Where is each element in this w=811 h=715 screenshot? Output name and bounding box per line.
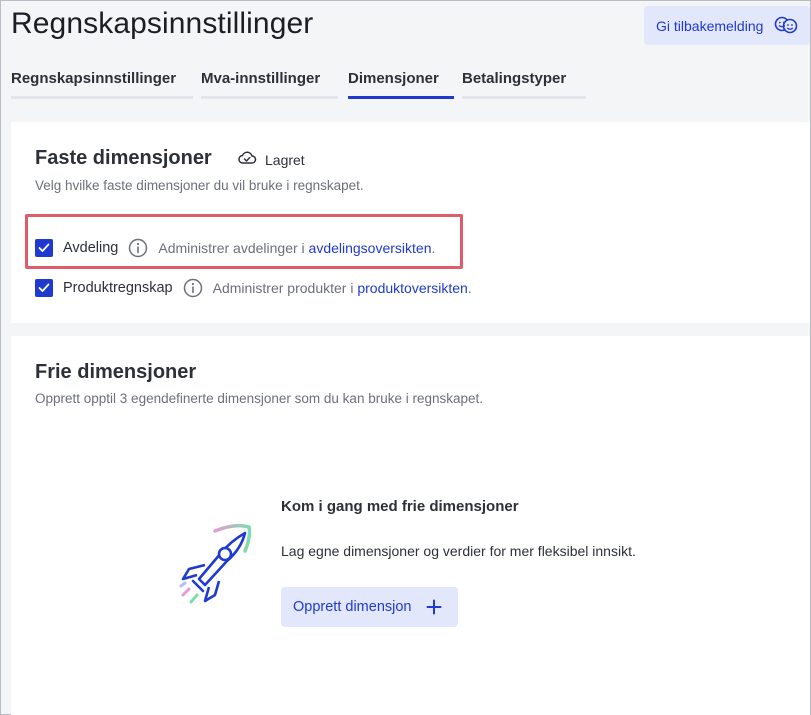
create-dimension-button[interactable]: Opprett dimensjon (281, 587, 458, 627)
free-dimensions-card: Frie dimensjoner Opprett opptil 3 egende… (11, 336, 810, 715)
empty-state-description: Lag egne dimensjoner og verdier for mer … (281, 543, 636, 559)
save-status-label: Lagret (265, 151, 305, 168)
info-icon[interactable] (183, 278, 203, 298)
page-title: Regnskapsinnstillinger (11, 7, 314, 40)
fixed-dimensions-title: Faste dimensjoner (35, 147, 212, 169)
plus-icon (426, 599, 442, 619)
rocket-illustration (169, 523, 255, 614)
free-dimensions-title: Frie dimensjoner (35, 361, 197, 383)
produktregnskap-desc-text: Administrer produkter i (212, 280, 358, 296)
avdeling-checkbox[interactable] (35, 239, 53, 257)
free-dimensions-subtitle: Opprett opptil 3 egendefinerte dimensjon… (35, 391, 484, 406)
info-icon[interactable] (128, 238, 148, 258)
smiley-faces-icon (774, 16, 798, 37)
fixed-dimensions-card: Faste dimensjoner Lagret Velg hvilke fas… (11, 122, 810, 323)
avdeling-desc-suffix: . (431, 240, 436, 256)
create-dimension-label: Opprett dimensjon (293, 599, 412, 615)
save-status: Lagret (237, 150, 305, 169)
produktoversikten-link[interactable]: produktoversikten (357, 280, 468, 296)
tab-regnskapsinnstillinger[interactable]: Regnskapsinnstillinger (11, 67, 193, 99)
empty-state-title: Kom i gang med frie dimensjoner (281, 498, 519, 515)
avdelingsoversikten-link[interactable]: avdelingsoversikten (309, 240, 432, 256)
fixed-dimensions-subtitle: Velg hvilke faste dimensjoner du vil bru… (35, 178, 364, 193)
avdeling-label: Avdeling (63, 240, 119, 256)
produktregnskap-checkbox[interactable] (35, 279, 53, 297)
dimension-row-avdeling: Avdeling Administrer avdelinger i avdeli… (35, 238, 435, 258)
produktregnskap-label: Produktregnskap (63, 280, 173, 296)
produktregnskap-description: Administrer produkter i produktoversikte… (213, 280, 472, 296)
tab-betalingstyper[interactable]: Betalingstyper (462, 67, 586, 99)
produktregnskap-desc-suffix: . (467, 280, 472, 296)
avdeling-description: Administrer avdelinger i avdelingsoversi… (158, 240, 435, 256)
tab-dimensjoner[interactable]: Dimensjoner (348, 67, 454, 99)
feedback-label: Gi tilbakemelding (656, 17, 764, 34)
tab-mva-innstillinger[interactable]: Mva-innstillinger (201, 67, 338, 99)
cloud-check-icon (237, 150, 257, 169)
feedback-button[interactable]: Gi tilbakemelding (644, 6, 810, 45)
avdeling-desc-text: Administrer avdelinger i (158, 240, 309, 256)
dimension-row-produktregnskap: Produktregnskap Administrer produkter i … (35, 278, 472, 298)
